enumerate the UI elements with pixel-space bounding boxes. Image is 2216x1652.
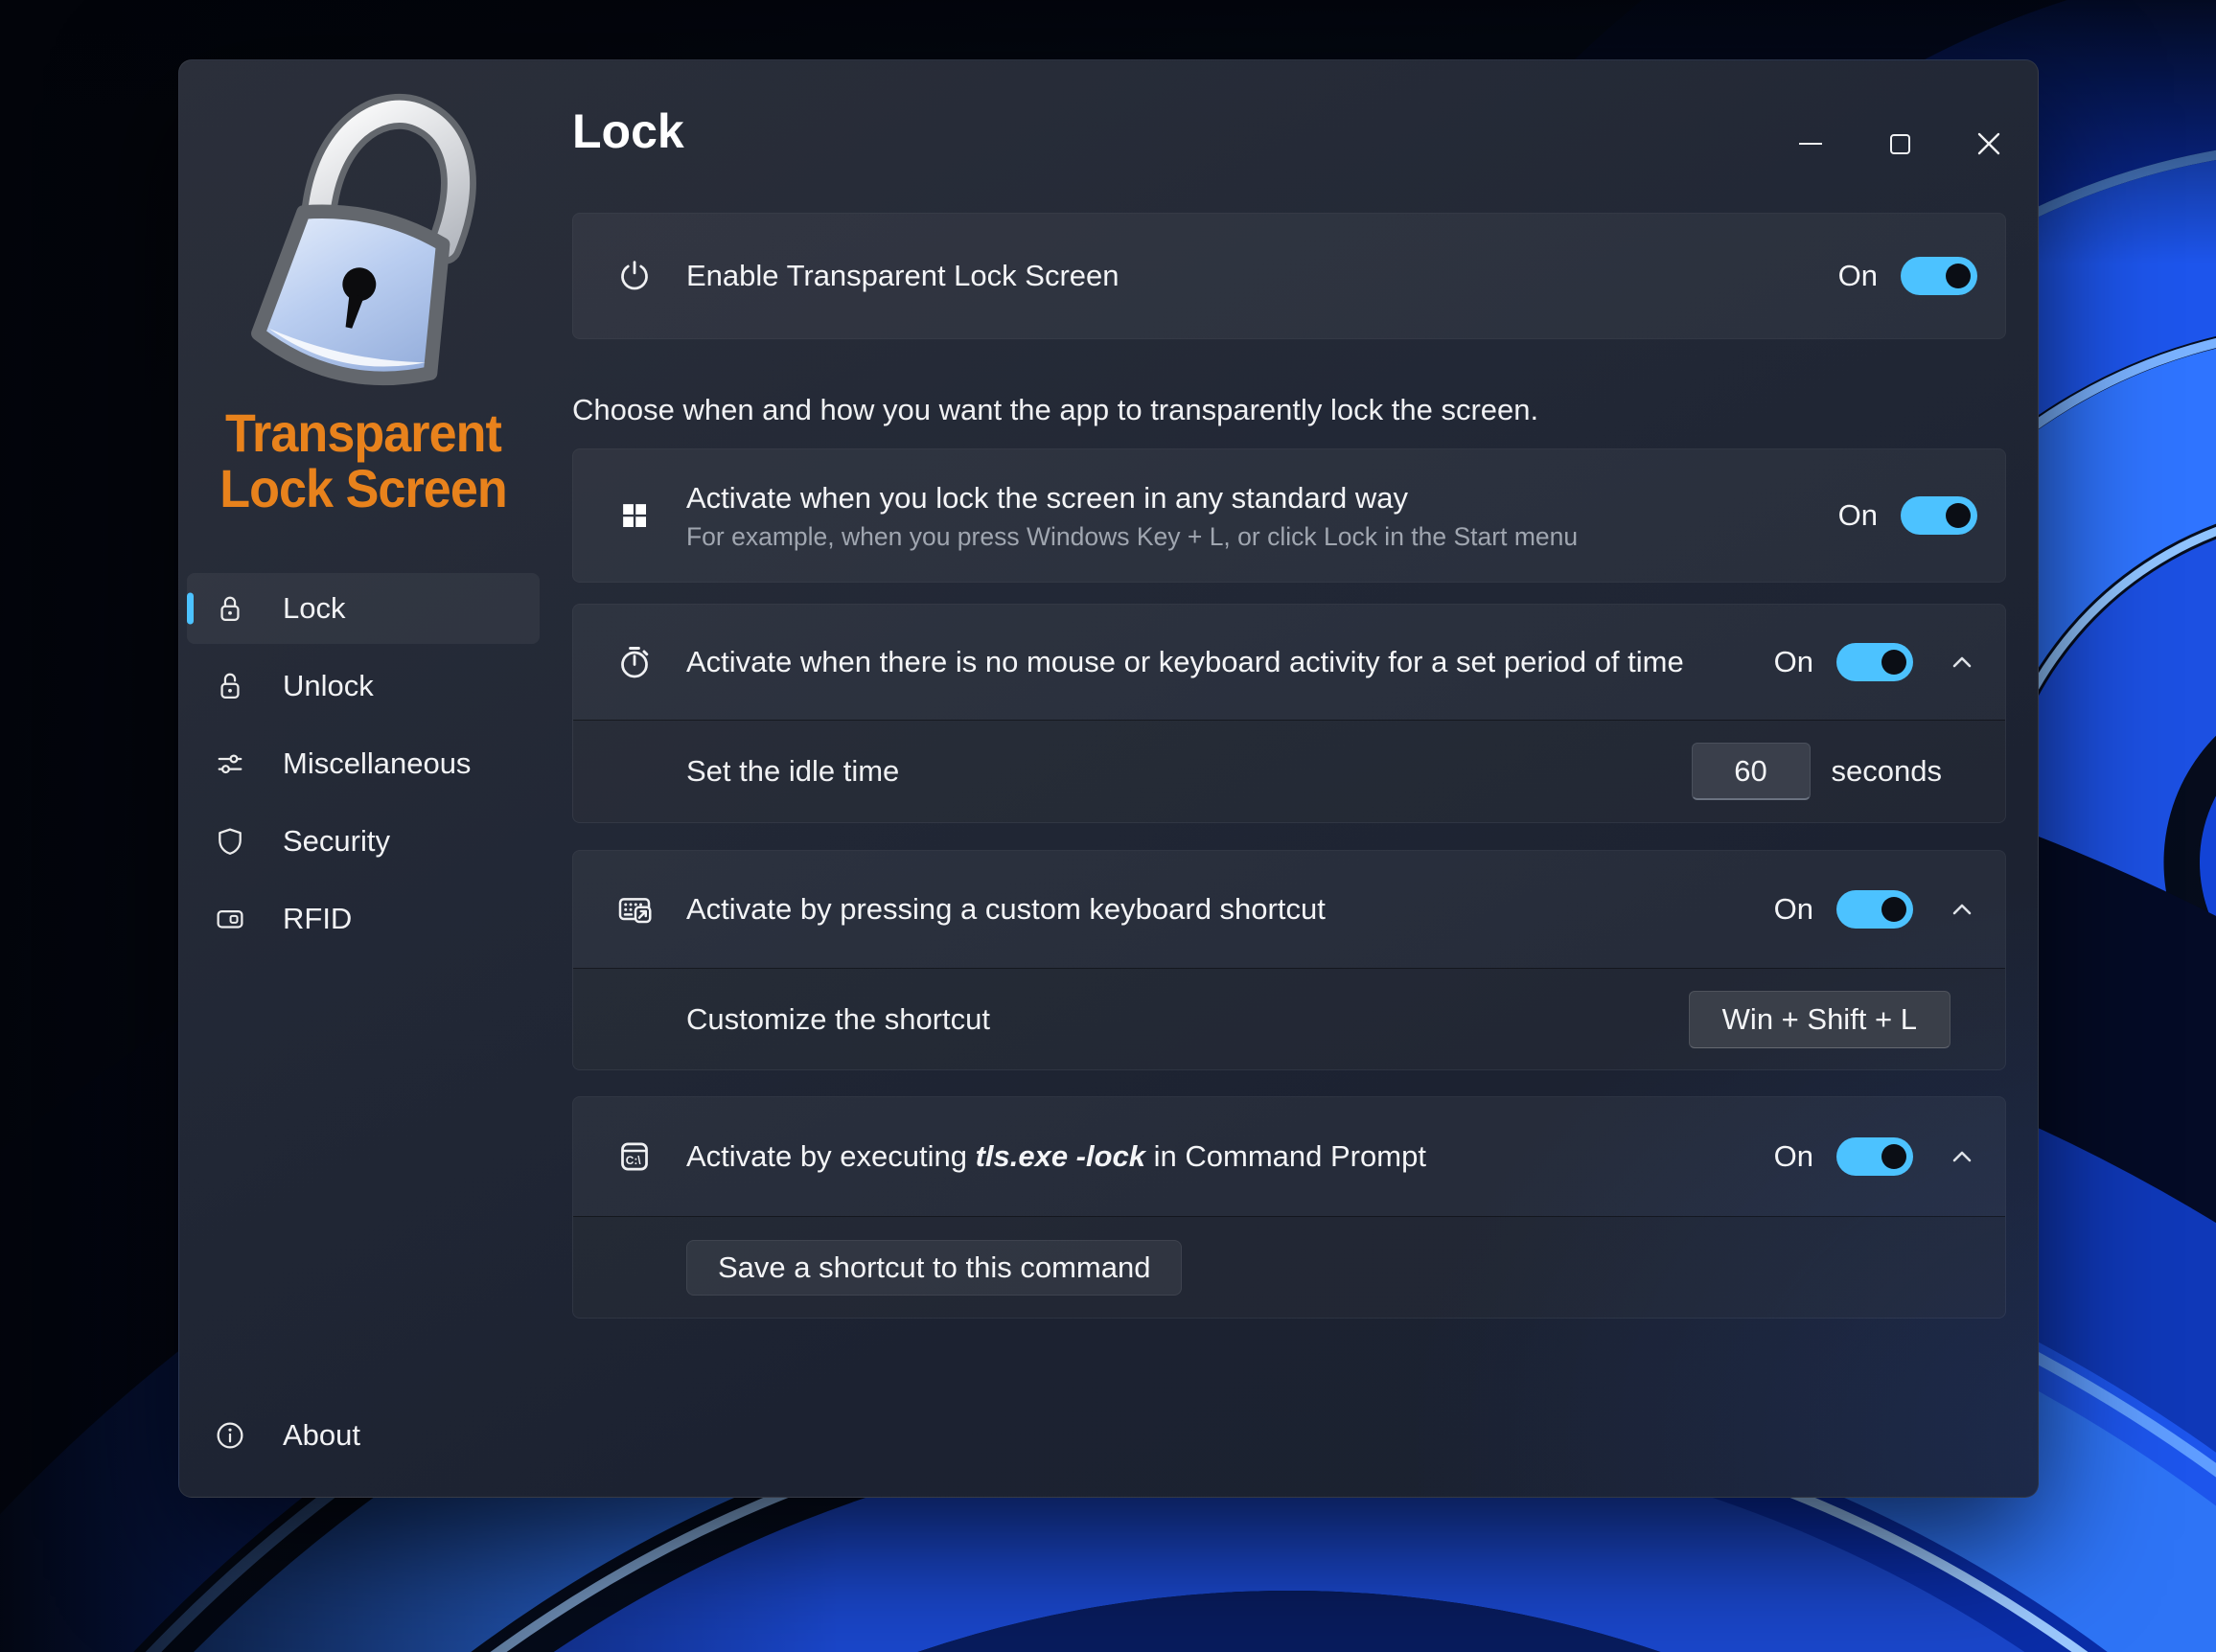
- toggle-state-label: On: [1774, 1139, 1813, 1174]
- shortcut-value-button[interactable]: Win + Shift + L: [1689, 991, 1951, 1048]
- sidebar-item-label: Lock: [283, 591, 345, 626]
- maximize-button[interactable]: [1878, 124, 1922, 164]
- app-logo-text: Transparent Lock Screen: [192, 405, 534, 516]
- toggle-knob: [1881, 1144, 1906, 1169]
- enable-text: Enable Transparent Lock Screen: [686, 257, 1838, 295]
- sidebar-nav: Lock Unlock Miscellaneous: [187, 573, 540, 961]
- rfid-card-icon: [213, 902, 247, 936]
- logo-line-1: Transparent: [192, 405, 534, 461]
- sidebar-item-label: Security: [283, 824, 390, 859]
- enable-toggle-wrap: On: [1838, 257, 1977, 295]
- command-toggle[interactable]: [1836, 1137, 1913, 1176]
- titlebar-controls: [1789, 124, 2011, 164]
- standard-lock-subtitle: For example, when you press Windows Key …: [686, 520, 1838, 553]
- info-icon: [213, 1418, 247, 1453]
- minimize-button[interactable]: [1789, 124, 1833, 164]
- sidebar-item-lock[interactable]: Lock: [187, 573, 540, 644]
- customize-shortcut-label: Customize the shortcut: [686, 1002, 1689, 1037]
- toggle-state-label: On: [1838, 498, 1878, 533]
- keyboard-shortcut-icon: [615, 890, 654, 929]
- idle-text: Activate when there is no mouse or keybo…: [686, 643, 1774, 681]
- idle-toggle-wrap: On: [1774, 643, 1974, 681]
- command-title: Activate by executing tls.exe -lock in C…: [686, 1137, 1774, 1176]
- chevron-up-icon[interactable]: [1950, 1144, 1974, 1169]
- idle-activity-card: Activate when there is no mouse or keybo…: [572, 604, 2006, 823]
- windows-logo-icon: [615, 496, 654, 535]
- timer-icon: [615, 643, 654, 681]
- app-logo-padlock: [210, 85, 526, 407]
- maximize-icon: [1890, 134, 1910, 154]
- toggle-knob: [1946, 264, 1971, 288]
- shortcut-toggle[interactable]: [1836, 890, 1913, 929]
- sidebar-item-label: Miscellaneous: [283, 746, 471, 781]
- idle-time-subrow: Set the idle time seconds: [573, 720, 2005, 822]
- sliders-icon: [213, 746, 247, 781]
- command-title-command: tls.exe -lock: [976, 1139, 1145, 1173]
- command-text: Activate by executing tls.exe -lock in C…: [686, 1137, 1774, 1176]
- main-content: Lock Enable Transparent Lock Screen On C…: [572, 60, 2006, 1319]
- sidebar: Transparent Lock Screen Lock Unlo: [179, 60, 547, 1497]
- standard-lock-card: Activate when you lock the screen in any…: [572, 448, 2006, 583]
- sidebar-item-security[interactable]: Security: [187, 806, 540, 877]
- standard-lock-text: Activate when you lock the screen in any…: [686, 479, 1838, 553]
- section-intro: Choose when and how you want the app to …: [572, 391, 2006, 429]
- close-button[interactable]: [1967, 124, 2011, 164]
- enable-toggle[interactable]: [1901, 257, 1977, 295]
- sidebar-item-about[interactable]: About: [187, 1400, 540, 1471]
- command-prompt-card: C:\ Activate by executing tls.exe -lock …: [572, 1096, 2006, 1319]
- command-title-suffix: in Command Prompt: [1145, 1139, 1426, 1173]
- selected-indicator: [187, 593, 194, 625]
- idle-time-unit: seconds: [1832, 754, 1942, 789]
- idle-activity-row: Activate when there is no mouse or keybo…: [573, 605, 2005, 720]
- sidebar-bottom: About: [187, 1400, 540, 1478]
- sidebar-item-label: Unlock: [283, 669, 374, 703]
- standard-lock-title: Activate when you lock the screen in any…: [686, 479, 1838, 517]
- chevron-up-icon[interactable]: [1950, 650, 1974, 675]
- logo-line-2: Lock Screen: [192, 461, 534, 516]
- customize-shortcut-subrow: Customize the shortcut Win + Shift + L: [573, 968, 2005, 1069]
- enable-title: Enable Transparent Lock Screen: [686, 257, 1838, 295]
- shortcut-toggle-wrap: On: [1774, 890, 1974, 929]
- chevron-up-icon[interactable]: [1950, 897, 1974, 922]
- shield-icon: [213, 824, 247, 859]
- standard-toggle-wrap: On: [1838, 496, 1977, 535]
- enable-card: Enable Transparent Lock Screen On: [572, 213, 2006, 339]
- shortcut-text: Activate by pressing a custom keyboard s…: [686, 890, 1774, 929]
- standard-lock-row: Activate when you lock the screen in any…: [573, 449, 2005, 582]
- toggle-state-label: On: [1774, 892, 1813, 927]
- toggle-state-label: On: [1838, 259, 1878, 293]
- standard-lock-toggle[interactable]: [1901, 496, 1977, 535]
- idle-time-label: Set the idle time: [686, 754, 1692, 789]
- close-icon: [1976, 131, 2001, 156]
- unlock-icon: [213, 669, 247, 703]
- app-window: Transparent Lock Screen Lock Unlo: [178, 59, 2039, 1498]
- toggle-knob: [1881, 897, 1906, 922]
- command-title-prefix: Activate by executing: [686, 1139, 976, 1173]
- idle-time-input[interactable]: [1692, 743, 1811, 800]
- idle-toggle[interactable]: [1836, 643, 1913, 681]
- command-toggle-wrap: On: [1774, 1137, 1974, 1176]
- shortcut-title: Activate by pressing a custom keyboard s…: [686, 890, 1774, 929]
- enable-row: Enable Transparent Lock Screen On: [573, 214, 2005, 338]
- sidebar-item-label: About: [283, 1418, 360, 1453]
- idle-title: Activate when there is no mouse or keybo…: [686, 643, 1774, 681]
- keyboard-shortcut-row: Activate by pressing a custom keyboard s…: [573, 851, 2005, 968]
- toggle-knob: [1881, 650, 1906, 675]
- toggle-knob: [1946, 503, 1971, 528]
- sidebar-item-unlock[interactable]: Unlock: [187, 651, 540, 722]
- lock-icon: [213, 591, 247, 626]
- command-prompt-icon: C:\: [615, 1137, 654, 1176]
- sidebar-item-miscellaneous[interactable]: Miscellaneous: [187, 728, 540, 799]
- sidebar-item-rfid[interactable]: RFID: [187, 883, 540, 954]
- minimize-icon: [1799, 143, 1822, 146]
- save-shortcut-button[interactable]: Save a shortcut to this command: [686, 1240, 1182, 1296]
- svg-text:C:\: C:\: [626, 1154, 642, 1167]
- toggle-state-label: On: [1774, 645, 1813, 679]
- command-prompt-row: C:\ Activate by executing tls.exe -lock …: [573, 1097, 2005, 1216]
- sidebar-item-label: RFID: [283, 902, 352, 936]
- save-shortcut-subrow: Save a shortcut to this command: [573, 1216, 2005, 1318]
- keyboard-shortcut-card: Activate by pressing a custom keyboard s…: [572, 850, 2006, 1070]
- power-icon: [615, 257, 654, 295]
